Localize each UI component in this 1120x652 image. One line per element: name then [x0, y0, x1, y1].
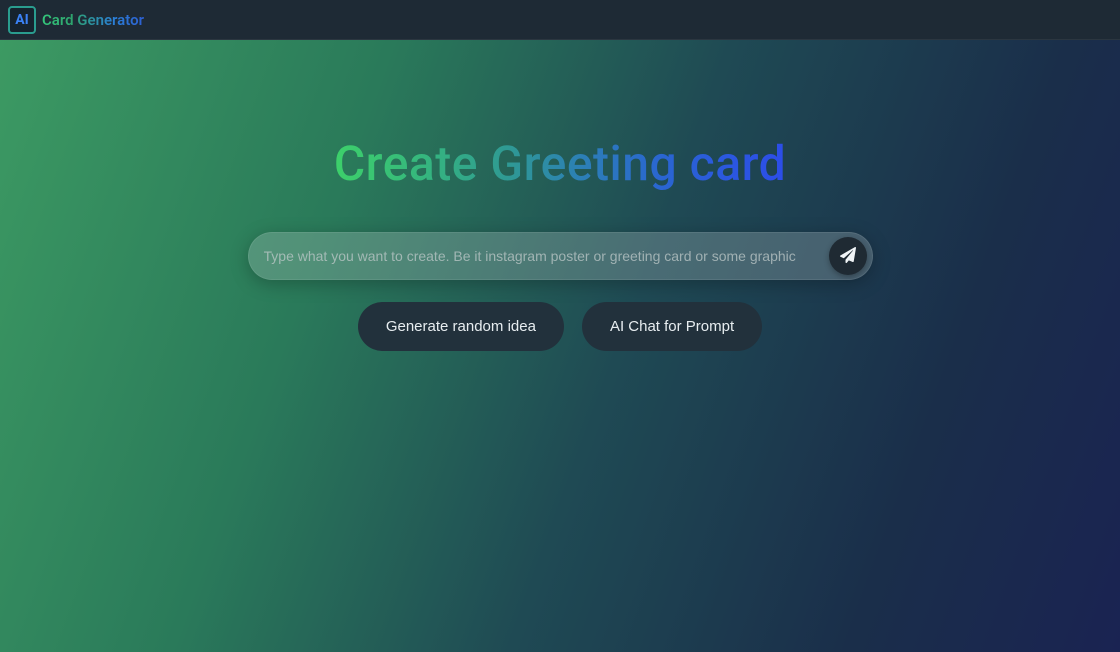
prompt-input[interactable] — [264, 248, 829, 264]
page-title: Create Greeting card — [334, 135, 786, 192]
logo-badge: AI — [8, 6, 36, 34]
logo-badge-text: AI — [15, 12, 29, 28]
ai-chat-button[interactable]: AI Chat for Prompt — [582, 302, 762, 351]
prompt-input-container — [248, 232, 873, 280]
submit-button[interactable] — [829, 237, 867, 275]
brand-text: Card Generator — [42, 11, 144, 29]
brand-logo[interactable]: AI Card Generator — [8, 6, 144, 34]
headline-text: Create Greeting card — [334, 135, 786, 192]
generate-random-button[interactable]: Generate random idea — [358, 302, 564, 351]
action-buttons: Generate random idea AI Chat for Prompt — [358, 302, 762, 351]
main-content: Create Greeting card Generate random ide… — [0, 40, 1120, 351]
paper-plane-icon — [840, 247, 856, 266]
top-header: AI Card Generator — [0, 0, 1120, 40]
